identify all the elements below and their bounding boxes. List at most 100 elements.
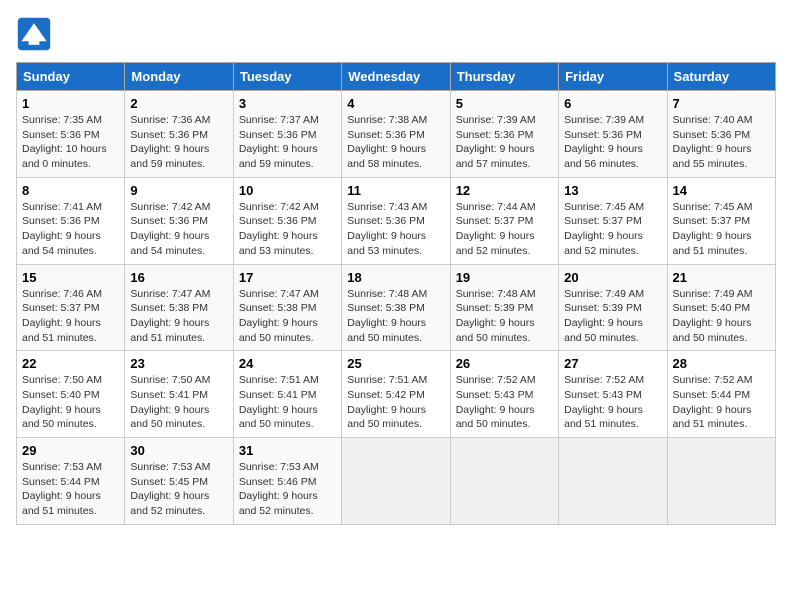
week-row-3: 15 Sunrise: 7:46 AM Sunset: 5:37 PM Dayl… [17, 264, 776, 351]
day-number: 18 [347, 270, 444, 285]
col-header-monday: Monday [125, 63, 233, 91]
day-cell: 23 Sunrise: 7:50 AM Sunset: 5:41 PM Dayl… [125, 351, 233, 438]
day-number: 12 [456, 183, 553, 198]
day-detail: Sunrise: 7:41 AM Sunset: 5:36 PM Dayligh… [22, 200, 119, 259]
day-number: 15 [22, 270, 119, 285]
day-number: 24 [239, 356, 336, 371]
day-cell: 19 Sunrise: 7:48 AM Sunset: 5:39 PM Dayl… [450, 264, 558, 351]
day-cell [450, 438, 558, 525]
day-number: 25 [347, 356, 444, 371]
day-detail: Sunrise: 7:46 AM Sunset: 5:37 PM Dayligh… [22, 287, 119, 346]
day-cell: 26 Sunrise: 7:52 AM Sunset: 5:43 PM Dayl… [450, 351, 558, 438]
header-row: SundayMondayTuesdayWednesdayThursdayFrid… [17, 63, 776, 91]
day-number: 1 [22, 96, 119, 111]
day-cell: 5 Sunrise: 7:39 AM Sunset: 5:36 PM Dayli… [450, 91, 558, 178]
day-number: 6 [564, 96, 661, 111]
week-row-1: 1 Sunrise: 7:35 AM Sunset: 5:36 PM Dayli… [17, 91, 776, 178]
day-detail: Sunrise: 7:48 AM Sunset: 5:38 PM Dayligh… [347, 287, 444, 346]
day-cell: 8 Sunrise: 7:41 AM Sunset: 5:36 PM Dayli… [17, 177, 125, 264]
day-cell: 29 Sunrise: 7:53 AM Sunset: 5:44 PM Dayl… [17, 438, 125, 525]
day-cell: 30 Sunrise: 7:53 AM Sunset: 5:45 PM Dayl… [125, 438, 233, 525]
day-number: 20 [564, 270, 661, 285]
day-cell: 22 Sunrise: 7:50 AM Sunset: 5:40 PM Dayl… [17, 351, 125, 438]
day-number: 19 [456, 270, 553, 285]
day-detail: Sunrise: 7:51 AM Sunset: 5:41 PM Dayligh… [239, 373, 336, 432]
day-cell: 7 Sunrise: 7:40 AM Sunset: 5:36 PM Dayli… [667, 91, 775, 178]
col-header-saturday: Saturday [667, 63, 775, 91]
day-cell [667, 438, 775, 525]
day-number: 27 [564, 356, 661, 371]
day-detail: Sunrise: 7:45 AM Sunset: 5:37 PM Dayligh… [673, 200, 770, 259]
day-number: 26 [456, 356, 553, 371]
day-detail: Sunrise: 7:37 AM Sunset: 5:36 PM Dayligh… [239, 113, 336, 172]
logo [16, 16, 58, 52]
day-cell: 12 Sunrise: 7:44 AM Sunset: 5:37 PM Dayl… [450, 177, 558, 264]
week-row-2: 8 Sunrise: 7:41 AM Sunset: 5:36 PM Dayli… [17, 177, 776, 264]
day-detail: Sunrise: 7:48 AM Sunset: 5:39 PM Dayligh… [456, 287, 553, 346]
day-detail: Sunrise: 7:53 AM Sunset: 5:45 PM Dayligh… [130, 460, 227, 519]
calendar-table: SundayMondayTuesdayWednesdayThursdayFrid… [16, 62, 776, 525]
logo-icon [16, 16, 52, 52]
day-cell: 15 Sunrise: 7:46 AM Sunset: 5:37 PM Dayl… [17, 264, 125, 351]
day-number: 29 [22, 443, 119, 458]
day-detail: Sunrise: 7:50 AM Sunset: 5:41 PM Dayligh… [130, 373, 227, 432]
day-cell [342, 438, 450, 525]
col-header-wednesday: Wednesday [342, 63, 450, 91]
day-detail: Sunrise: 7:49 AM Sunset: 5:40 PM Dayligh… [673, 287, 770, 346]
day-cell: 6 Sunrise: 7:39 AM Sunset: 5:36 PM Dayli… [559, 91, 667, 178]
day-detail: Sunrise: 7:35 AM Sunset: 5:36 PM Dayligh… [22, 113, 119, 172]
day-number: 2 [130, 96, 227, 111]
day-detail: Sunrise: 7:40 AM Sunset: 5:36 PM Dayligh… [673, 113, 770, 172]
day-number: 21 [673, 270, 770, 285]
day-cell: 21 Sunrise: 7:49 AM Sunset: 5:40 PM Dayl… [667, 264, 775, 351]
day-detail: Sunrise: 7:42 AM Sunset: 5:36 PM Dayligh… [130, 200, 227, 259]
day-cell: 31 Sunrise: 7:53 AM Sunset: 5:46 PM Dayl… [233, 438, 341, 525]
day-cell: 16 Sunrise: 7:47 AM Sunset: 5:38 PM Dayl… [125, 264, 233, 351]
col-header-friday: Friday [559, 63, 667, 91]
day-number: 3 [239, 96, 336, 111]
day-cell: 1 Sunrise: 7:35 AM Sunset: 5:36 PM Dayli… [17, 91, 125, 178]
day-cell: 17 Sunrise: 7:47 AM Sunset: 5:38 PM Dayl… [233, 264, 341, 351]
day-detail: Sunrise: 7:44 AM Sunset: 5:37 PM Dayligh… [456, 200, 553, 259]
day-detail: Sunrise: 7:39 AM Sunset: 5:36 PM Dayligh… [564, 113, 661, 172]
day-detail: Sunrise: 7:52 AM Sunset: 5:43 PM Dayligh… [456, 373, 553, 432]
day-detail: Sunrise: 7:39 AM Sunset: 5:36 PM Dayligh… [456, 113, 553, 172]
day-detail: Sunrise: 7:51 AM Sunset: 5:42 PM Dayligh… [347, 373, 444, 432]
day-cell: 20 Sunrise: 7:49 AM Sunset: 5:39 PM Dayl… [559, 264, 667, 351]
day-number: 28 [673, 356, 770, 371]
day-number: 14 [673, 183, 770, 198]
day-cell: 10 Sunrise: 7:42 AM Sunset: 5:36 PM Dayl… [233, 177, 341, 264]
day-cell: 4 Sunrise: 7:38 AM Sunset: 5:36 PM Dayli… [342, 91, 450, 178]
week-row-5: 29 Sunrise: 7:53 AM Sunset: 5:44 PM Dayl… [17, 438, 776, 525]
day-detail: Sunrise: 7:43 AM Sunset: 5:36 PM Dayligh… [347, 200, 444, 259]
day-detail: Sunrise: 7:52 AM Sunset: 5:44 PM Dayligh… [673, 373, 770, 432]
day-cell: 2 Sunrise: 7:36 AM Sunset: 5:36 PM Dayli… [125, 91, 233, 178]
day-number: 16 [130, 270, 227, 285]
day-detail: Sunrise: 7:42 AM Sunset: 5:36 PM Dayligh… [239, 200, 336, 259]
day-detail: Sunrise: 7:53 AM Sunset: 5:46 PM Dayligh… [239, 460, 336, 519]
day-detail: Sunrise: 7:45 AM Sunset: 5:37 PM Dayligh… [564, 200, 661, 259]
day-cell: 24 Sunrise: 7:51 AM Sunset: 5:41 PM Dayl… [233, 351, 341, 438]
day-number: 30 [130, 443, 227, 458]
day-cell: 13 Sunrise: 7:45 AM Sunset: 5:37 PM Dayl… [559, 177, 667, 264]
day-cell: 3 Sunrise: 7:37 AM Sunset: 5:36 PM Dayli… [233, 91, 341, 178]
day-number: 7 [673, 96, 770, 111]
header [16, 16, 776, 52]
day-cell: 27 Sunrise: 7:52 AM Sunset: 5:43 PM Dayl… [559, 351, 667, 438]
col-header-tuesday: Tuesday [233, 63, 341, 91]
day-number: 9 [130, 183, 227, 198]
day-cell: 18 Sunrise: 7:48 AM Sunset: 5:38 PM Dayl… [342, 264, 450, 351]
day-detail: Sunrise: 7:50 AM Sunset: 5:40 PM Dayligh… [22, 373, 119, 432]
day-number: 31 [239, 443, 336, 458]
day-cell: 28 Sunrise: 7:52 AM Sunset: 5:44 PM Dayl… [667, 351, 775, 438]
day-number: 13 [564, 183, 661, 198]
day-detail: Sunrise: 7:47 AM Sunset: 5:38 PM Dayligh… [239, 287, 336, 346]
day-cell: 14 Sunrise: 7:45 AM Sunset: 5:37 PM Dayl… [667, 177, 775, 264]
week-row-4: 22 Sunrise: 7:50 AM Sunset: 5:40 PM Dayl… [17, 351, 776, 438]
day-detail: Sunrise: 7:38 AM Sunset: 5:36 PM Dayligh… [347, 113, 444, 172]
day-detail: Sunrise: 7:47 AM Sunset: 5:38 PM Dayligh… [130, 287, 227, 346]
day-cell: 9 Sunrise: 7:42 AM Sunset: 5:36 PM Dayli… [125, 177, 233, 264]
day-number: 4 [347, 96, 444, 111]
day-number: 5 [456, 96, 553, 111]
day-detail: Sunrise: 7:49 AM Sunset: 5:39 PM Dayligh… [564, 287, 661, 346]
